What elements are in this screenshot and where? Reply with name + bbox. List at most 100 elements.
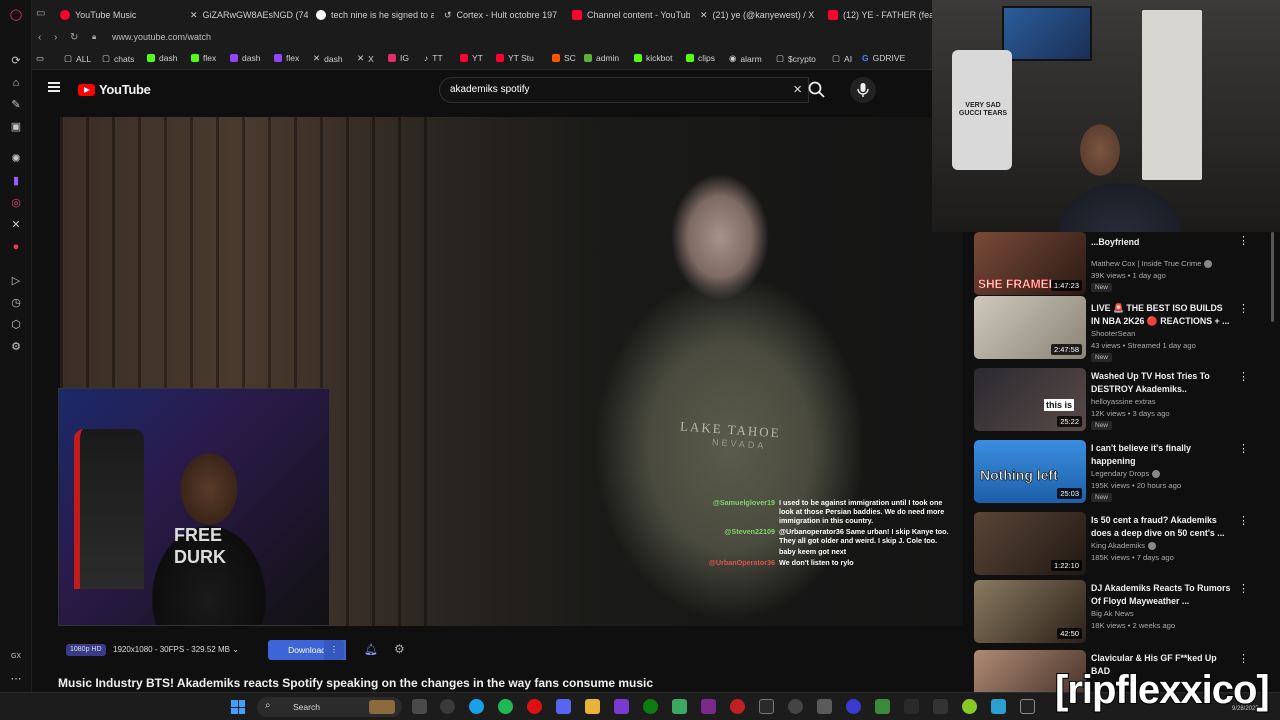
- start-button[interactable]: [231, 700, 245, 714]
- bookmark-dash-2[interactable]: dash: [230, 53, 260, 63]
- bookmark-yt[interactable]: YT: [460, 53, 483, 63]
- app-icon[interactable]: [614, 699, 629, 714]
- video-thumbnail[interactable]: 42:50: [974, 580, 1086, 643]
- file-explorer-icon[interactable]: [585, 699, 600, 714]
- bookmark-flex-2[interactable]: flex: [274, 53, 299, 63]
- youtube-logo[interactable]: YouTube: [78, 82, 151, 97]
- app-icon[interactable]: [701, 699, 716, 714]
- channel-name[interactable]: helloyassine extras: [1091, 397, 1156, 406]
- search-button[interactable]: [804, 77, 830, 103]
- bookmark-ai[interactable]: ▢ AI: [832, 53, 852, 64]
- app-icon[interactable]: [817, 699, 832, 714]
- bookmark-gdrive[interactable]: G GDRIVE: [862, 53, 905, 63]
- tabs-menu-icon[interactable]: ▭: [36, 8, 45, 19]
- bookmark-dash-3[interactable]: ✕ dash: [313, 53, 343, 64]
- app-icon[interactable]: [846, 699, 861, 714]
- bookmark-crypto[interactable]: ▢ $crypto: [776, 53, 816, 64]
- notification-bell-icon[interactable]: 🔔︎: [364, 643, 378, 656]
- youtube-music-icon[interactable]: ●: [9, 240, 23, 254]
- chrome-app-icon[interactable]: [469, 699, 484, 714]
- video-thumbnail[interactable]: this is 25:22: [974, 368, 1086, 431]
- video-thumbnail[interactable]: Nothing left 25:03: [974, 440, 1086, 503]
- more-actions-icon[interactable]: ⋮: [1238, 514, 1249, 527]
- clear-icon[interactable]: ×: [793, 81, 802, 98]
- bookmark-tt[interactable]: ♪ TT: [424, 53, 443, 63]
- tab-5[interactable]: ✕ (21) ye (@kanyewest) / X: [700, 5, 818, 25]
- extension-icon[interactable]: ⌂: [9, 76, 23, 90]
- recommendation-title[interactable]: I can't believe it's finally happening: [1091, 442, 1231, 468]
- quality-select[interactable]: 1920x1080 - 30FPS - 329.52 MB ⌄: [113, 645, 239, 654]
- bookmark-all[interactable]: ▢ ALL: [64, 53, 91, 64]
- back-icon[interactable]: ‹: [38, 32, 41, 43]
- more-actions-icon[interactable]: ⋮: [1238, 370, 1249, 383]
- twitch-icon[interactable]: ▮: [9, 174, 23, 188]
- opera-icon[interactable]: ◯: [9, 8, 23, 22]
- recommendation-item[interactable]: 42:50 DJ Akademiks Reacts To Rumors Of F…: [974, 580, 1274, 644]
- video-thumbnail[interactable]: SHE FRAMEL 1:47:23: [974, 232, 1086, 295]
- app-icon[interactable]: [672, 699, 687, 714]
- history-icon[interactable]: ⟳: [9, 54, 23, 68]
- settings-icon[interactable]: ⚙: [9, 340, 23, 354]
- instagram-icon[interactable]: ◎: [9, 196, 23, 210]
- more-actions-icon[interactable]: ⋮: [1238, 234, 1249, 247]
- more-actions-icon[interactable]: ⋮: [1238, 652, 1249, 665]
- video-thumbnail[interactable]: 1:22:10: [974, 512, 1086, 575]
- bookmark-kickbot[interactable]: kickbot: [634, 53, 672, 63]
- reload-icon[interactable]: ↻: [70, 32, 78, 43]
- app-icon[interactable]: [904, 699, 919, 714]
- download-more-button[interactable]: ⋮: [324, 640, 344, 660]
- xbox-app-icon[interactable]: [643, 699, 658, 714]
- cube-icon[interactable]: ⬡: [9, 318, 23, 332]
- recommendation-item[interactable]: 2:47:58 LIVE 🚨 THE BEST ISO BUILDS IN NB…: [974, 296, 1274, 362]
- task-view-icon[interactable]: [412, 699, 427, 714]
- more-actions-icon[interactable]: ⋮: [1238, 442, 1249, 455]
- bookmark-tabs-icon[interactable]: ▭: [36, 53, 44, 64]
- app-icon[interactable]: [788, 699, 803, 714]
- chatgpt-app-icon[interactable]: [440, 699, 455, 714]
- discord-app-icon[interactable]: [556, 699, 571, 714]
- gx-icon[interactable]: GX: [9, 650, 23, 664]
- bookmark-clips[interactable]: clips: [686, 53, 715, 63]
- app-icon[interactable]: [759, 699, 774, 714]
- bookmark-ig[interactable]: IG: [388, 53, 409, 63]
- recommendation-title[interactable]: Is 50 cent a fraud? Akademiks does a dee…: [1091, 514, 1231, 540]
- recommendation-item[interactable]: Nothing left 25:03 I can't believe it's …: [974, 440, 1274, 504]
- bookmark-alarm[interactable]: ◉ alarm: [729, 53, 762, 64]
- recommendation-title[interactable]: LIVE 🚨 THE BEST ISO BUILDS IN NBA 2K26 🔴…: [1091, 302, 1231, 328]
- more-actions-icon[interactable]: ⋮: [1238, 302, 1249, 315]
- messenger-icon[interactable]: ▣: [9, 120, 23, 134]
- taskbar-search[interactable]: ⌕ Search: [257, 697, 402, 717]
- forward-icon[interactable]: ›: [54, 32, 57, 43]
- settings-gear-icon[interactable]: ⚙: [394, 642, 405, 656]
- voice-search-button[interactable]: [850, 77, 876, 103]
- url-field[interactable]: www.youtube.com/watch: [112, 32, 211, 42]
- video-thumbnail[interactable]: 2:47:58: [974, 296, 1086, 359]
- recommendation-item[interactable]: 1:22:10 Is 50 cent a fraud? Akademiks do…: [974, 512, 1274, 576]
- chatgpt-icon[interactable]: ✺: [9, 152, 23, 166]
- recommendation-item[interactable]: SHE FRAMEL 1:47:23 ...Boyfriend Matthew …: [974, 232, 1274, 296]
- channel-name[interactable]: Matthew Cox | Inside True Crime: [1091, 259, 1213, 268]
- bookmark-dash-1[interactable]: dash: [147, 53, 177, 63]
- bookmark-sc[interactable]: SC: [552, 53, 576, 63]
- channel-name[interactable]: Big Ak News: [1091, 609, 1134, 618]
- pin-icon[interactable]: ✎: [9, 98, 23, 112]
- channel-name[interactable]: King Akademiks: [1091, 541, 1157, 550]
- search-input[interactable]: akademiks spotify ×: [439, 77, 809, 103]
- recommendation-title[interactable]: Washed Up TV Host Tries To DESTROY Akade…: [1091, 370, 1231, 396]
- app-icon[interactable]: [730, 699, 745, 714]
- tab-2[interactable]: tech nine is he signed to a: [316, 5, 434, 25]
- audio-app-icon[interactable]: [933, 699, 948, 714]
- x-icon[interactable]: ✕: [9, 218, 23, 232]
- tab-0[interactable]: YouTube Music: [60, 5, 180, 25]
- app-icon[interactable]: [991, 699, 1006, 714]
- player-icon[interactable]: ▷: [9, 274, 23, 288]
- bookmark-x[interactable]: ✕ X: [357, 53, 374, 64]
- more-icon[interactable]: ⋯: [9, 672, 23, 686]
- channel-name[interactable]: Legendary Drops: [1091, 469, 1161, 478]
- app-icon[interactable]: [875, 699, 890, 714]
- opera-app-icon[interactable]: [527, 699, 542, 714]
- tab-4[interactable]: Channel content - YouTub: [572, 5, 690, 25]
- clock-icon[interactable]: ◷: [9, 296, 23, 310]
- app-icon[interactable]: [1020, 699, 1035, 714]
- tab-6[interactable]: (12) YE - FATHER (feat.: [828, 5, 932, 25]
